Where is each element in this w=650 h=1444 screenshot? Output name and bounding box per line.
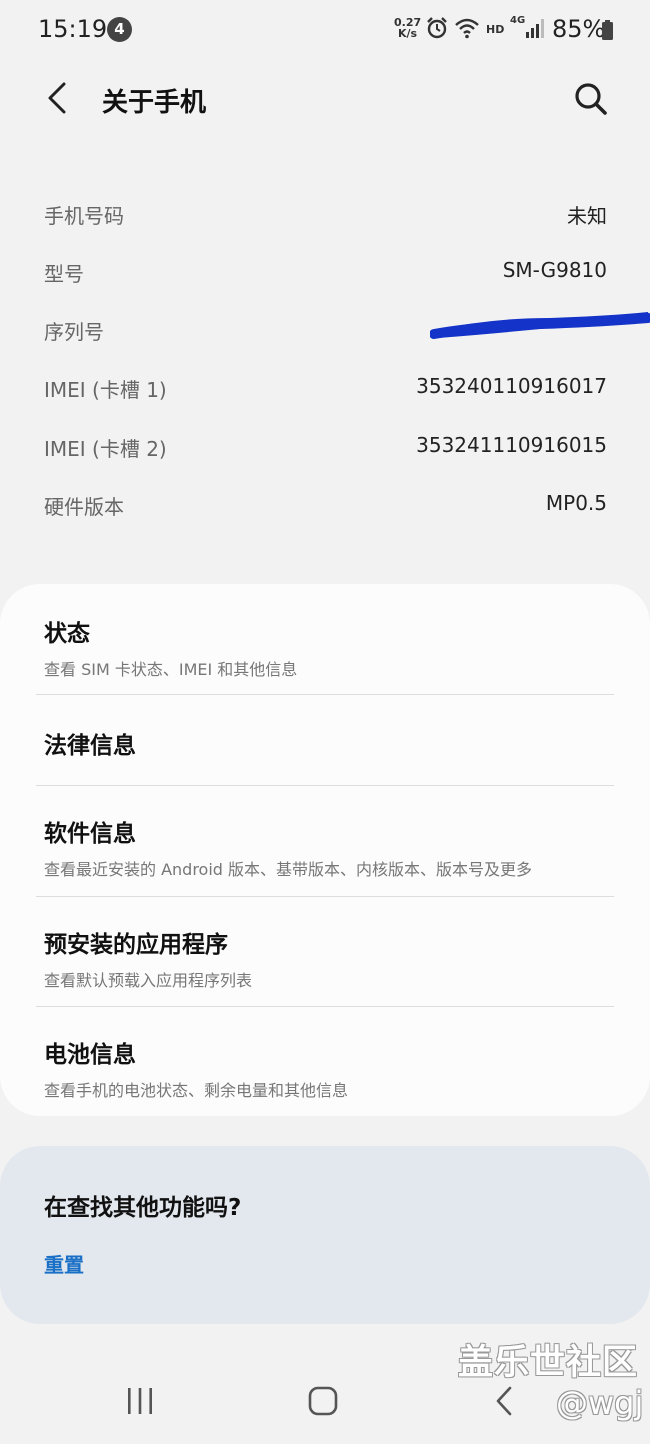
battery-icon bbox=[602, 20, 613, 40]
info-label: 手机号码 bbox=[44, 204, 124, 228]
menu-item-title: 软件信息 bbox=[44, 821, 136, 847]
redaction-scribble bbox=[430, 312, 650, 339]
home-icon[interactable] bbox=[305, 1383, 341, 1419]
menu-item-subtitle: 查看默认预载入应用程序列表 bbox=[44, 971, 253, 990]
menu-item-preinstalled-apps[interactable]: 预安装的应用程序 查看默认预载入应用程序列表 bbox=[44, 925, 614, 991]
notification-count-badge: 4 bbox=[107, 17, 132, 42]
user-watermark: @wgj bbox=[556, 1384, 644, 1422]
menu-item-title: 电池信息 bbox=[44, 1042, 136, 1068]
divider bbox=[36, 1006, 614, 1007]
network-speed-unit: K/s bbox=[398, 27, 418, 40]
community-watermark: 盖乐世社区 bbox=[458, 1343, 639, 1383]
looking-for-features-card: 在查找其他功能吗? 重置 bbox=[0, 1146, 650, 1324]
info-value: 353241110916015 bbox=[416, 433, 607, 457]
battery-percentage: 85% bbox=[552, 15, 606, 43]
alarm-icon bbox=[427, 17, 447, 39]
recent-apps-icon[interactable] bbox=[122, 1384, 158, 1418]
info-label: 硬件版本 bbox=[44, 495, 124, 519]
info-row-hardware-version: 硬件版本 MP0.5 bbox=[44, 491, 607, 531]
menu-item-title: 状态 bbox=[44, 621, 90, 647]
divider bbox=[36, 785, 614, 786]
status-time: 15:19 bbox=[38, 15, 108, 43]
network-speed: 0.27 K/s bbox=[394, 17, 421, 39]
menu-item-legal-info[interactable]: 法律信息 bbox=[44, 726, 614, 760]
info-row-phone-number: 手机号码 未知 bbox=[44, 200, 607, 240]
looking-for-features-title: 在查找其他功能吗? bbox=[44, 1195, 242, 1221]
menu-item-status[interactable]: 状态 查看 SIM 卡状态、IMEI 和其他信息 bbox=[44, 614, 614, 680]
page-title: 关于手机 bbox=[102, 88, 207, 118]
info-value: SM-G9810 bbox=[502, 258, 607, 282]
reset-link[interactable]: 重置 bbox=[44, 1249, 84, 1278]
back-arrow-icon[interactable] bbox=[40, 78, 76, 118]
nav-back-icon[interactable] bbox=[490, 1383, 520, 1419]
menu-item-subtitle: 查看最近安装的 Android 版本、基带版本、内核版本、版本号及更多 bbox=[44, 860, 533, 879]
menu-item-subtitle: 查看 SIM 卡状态、IMEI 和其他信息 bbox=[44, 660, 298, 679]
info-value: 未知 bbox=[567, 204, 607, 228]
info-label: 型号 bbox=[44, 262, 84, 286]
menu-item-subtitle: 查看手机的电池状态、剩余电量和其他信息 bbox=[44, 1081, 349, 1100]
about-menu-card: 状态 查看 SIM 卡状态、IMEI 和其他信息 法律信息 软件信息 查看最近安… bbox=[0, 584, 650, 1116]
network-type-label: 4G bbox=[510, 15, 526, 26]
info-value: MP0.5 bbox=[545, 491, 607, 515]
signal-strength-icon bbox=[526, 19, 544, 38]
info-row-imei-2: IMEI (卡槽 2) 353241110916015 bbox=[44, 433, 607, 473]
info-row-imei-1: IMEI (卡槽 1) 353240110916017 bbox=[44, 374, 607, 414]
divider bbox=[36, 896, 614, 897]
info-row-model: 型号 SM-G9810 bbox=[44, 258, 607, 298]
status-bar: 15:19 4 0.27 K/s HD 4G 85% bbox=[0, 0, 650, 60]
info-label: IMEI (卡槽 1) bbox=[44, 378, 167, 402]
menu-item-software-info[interactable]: 软件信息 查看最近安装的 Android 版本、基带版本、内核版本、版本号及更多 bbox=[44, 814, 614, 880]
menu-item-title: 预安装的应用程序 bbox=[44, 932, 228, 958]
wifi-icon bbox=[455, 18, 479, 39]
info-label: 序列号 bbox=[44, 320, 104, 344]
search-icon[interactable] bbox=[570, 78, 610, 118]
menu-item-battery-info[interactable]: 电池信息 查看手机的电池状态、剩余电量和其他信息 bbox=[44, 1035, 614, 1101]
menu-item-title: 法律信息 bbox=[44, 733, 136, 759]
hd-voice-label: HD bbox=[486, 23, 505, 36]
info-label: IMEI (卡槽 2) bbox=[44, 437, 167, 461]
info-value: 353240110916017 bbox=[416, 374, 607, 398]
divider bbox=[36, 694, 614, 695]
